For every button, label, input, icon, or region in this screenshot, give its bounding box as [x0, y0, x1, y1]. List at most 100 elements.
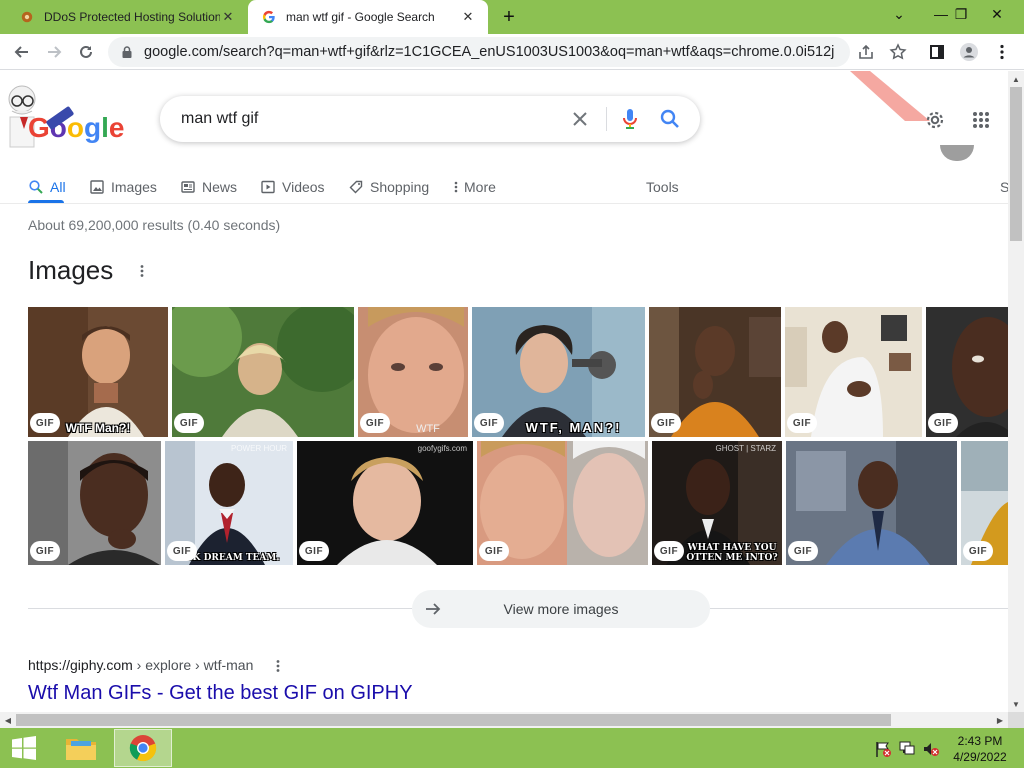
image-result-thumbnail[interactable]: GIF	[477, 441, 648, 565]
result-url[interactable]: https://giphy.com › explore › wtf-man	[28, 657, 253, 673]
scrollbar-corner	[1008, 712, 1024, 728]
bookmark-button[interactable]	[886, 40, 910, 64]
action-center-flag-icon[interactable]	[874, 740, 892, 758]
star-icon	[889, 43, 907, 60]
search-submit-button[interactable]	[658, 107, 682, 131]
vertical-scrollbar[interactable]: ▲ ▼	[1008, 71, 1024, 712]
clock-date: 4/29/2022	[953, 750, 1007, 764]
close-window-button[interactable]: ✕	[980, 0, 1014, 28]
voice-search-button[interactable]	[618, 107, 642, 131]
gif-watermark: POWER HOUR	[231, 444, 287, 453]
chrome-icon	[129, 735, 157, 762]
volume-muted-icon[interactable]	[922, 740, 940, 758]
folder-icon	[66, 739, 96, 760]
search-icon	[28, 179, 44, 195]
image-result-thumbnail[interactable]: GIF	[172, 307, 354, 437]
doodle-decoration	[850, 71, 930, 121]
share-button[interactable]	[854, 40, 878, 64]
gif-badge: GIF	[787, 413, 817, 433]
tab-all[interactable]: All	[28, 171, 66, 203]
image-result-thumbnail[interactable]: GHOST | STARZ WHAT HAVE YOU OTTEN ME INT…	[652, 441, 782, 565]
browser-toolbar: google.com/search?q=man+wtf+gif&rlz=1C1G…	[0, 34, 1024, 70]
tab-title: DDoS Protected Hosting Solutions	[44, 10, 220, 24]
settings-button[interactable]	[922, 107, 948, 133]
tab-news[interactable]: News	[180, 171, 237, 203]
scroll-right-arrow-icon[interactable]: ▶	[992, 712, 1008, 728]
view-more-images-button[interactable]: View more images	[412, 590, 710, 628]
gif-badge: GIF	[479, 541, 509, 561]
result-breadcrumb: › explore › wtf-man	[132, 657, 254, 673]
close-tab-icon[interactable]: ✕	[460, 9, 476, 25]
view-more-label: View more images	[503, 601, 619, 617]
image-icon	[89, 179, 105, 195]
new-tab-button[interactable]: +	[498, 6, 520, 28]
image-result-thumbnail[interactable]: WTF GIF	[358, 307, 468, 437]
google-apps-button[interactable]	[968, 107, 994, 133]
tab-shopping[interactable]: Shopping	[348, 171, 429, 203]
result-options-button[interactable]	[271, 657, 285, 675]
taskbar-chrome[interactable]	[114, 729, 172, 767]
image-result-thumbnail[interactable]: GIF	[649, 307, 781, 437]
gif-badge: GIF	[651, 413, 681, 433]
taskbar-file-explorer[interactable]	[52, 729, 110, 767]
tab-images[interactable]: Images	[89, 171, 157, 203]
tab-videos[interactable]: Videos	[260, 171, 325, 203]
forward-button[interactable]	[42, 40, 66, 64]
google-logo[interactable]: Google	[0, 79, 130, 159]
reload-button[interactable]	[74, 40, 98, 64]
browser-menu-button[interactable]	[990, 40, 1014, 64]
account-avatar[interactable]	[940, 145, 974, 161]
result-title-link[interactable]: Wtf Man GIFs - Get the best GIF on GIPHY	[28, 682, 413, 705]
image-result-thumbnail[interactable]: GIF	[785, 307, 922, 437]
microphone-icon	[623, 109, 637, 129]
horizontal-scrollbar[interactable]: ◀ ▶	[0, 712, 1008, 728]
network-icon[interactable]	[898, 740, 916, 758]
image-result-thumbnail[interactable]: GIF	[786, 441, 957, 565]
side-panel-button[interactable]	[925, 40, 949, 64]
address-bar[interactable]: google.com/search?q=man+wtf+gif&rlz=1C1G…	[108, 37, 850, 67]
image-result-thumbnail[interactable]: WTF Man?! GIF	[28, 307, 168, 437]
scroll-down-arrow-icon[interactable]: ▼	[1008, 696, 1024, 712]
gif-badge: GIF	[654, 541, 684, 561]
gif-badge: GIF	[474, 413, 504, 433]
search-divider	[606, 107, 607, 131]
more-vertical-icon	[140, 265, 144, 277]
tab-title: man wtf gif - Google Search	[286, 10, 435, 24]
safesearch-peek[interactable]: S	[1000, 171, 1008, 203]
start-button[interactable]	[0, 729, 48, 767]
tab-google-search[interactable]: man wtf gif - Google Search ✕	[248, 0, 488, 34]
image-result-thumbnail[interactable]: GIF	[28, 441, 161, 565]
vertical-scroll-thumb[interactable]	[1010, 87, 1022, 241]
scroll-up-arrow-icon[interactable]: ▲	[1008, 71, 1024, 87]
tab-more[interactable]: More	[452, 171, 496, 203]
windows-taskbar: 2:43 PM 4/29/2022	[0, 728, 1024, 768]
tab-label: All	[50, 179, 66, 195]
scroll-left-arrow-icon[interactable]: ◀	[0, 712, 16, 728]
image-result-thumbnail[interactable]: GIF	[926, 307, 1008, 437]
restore-button[interactable]: ❐	[944, 0, 978, 28]
image-result-thumbnail[interactable]: goofygifs.com GIF	[297, 441, 473, 565]
tools-button[interactable]: Tools	[646, 171, 679, 203]
gif-caption: WTF, MAN?!	[525, 420, 622, 435]
system-clock[interactable]: 2:43 PM 4/29/2022	[940, 733, 1020, 765]
search-box[interactable]: man wtf gif	[160, 96, 700, 142]
back-button[interactable]	[10, 40, 34, 64]
tab-ddos-hosting[interactable]: DDoS Protected Hosting Solutions ✕	[0, 0, 248, 34]
gif-badge: GIF	[174, 413, 204, 433]
image-result-thumbnail[interactable]: WTF, MAN?! GIF	[472, 307, 645, 437]
clear-search-button[interactable]	[568, 107, 592, 131]
image-result-thumbnail[interactable]: GIF	[961, 441, 1008, 565]
horizontal-scroll-thumb[interactable]	[16, 714, 891, 726]
gif-badge: GIF	[788, 541, 818, 561]
image-result-thumbnail[interactable]: POWER HOUR ACK DREAM TEAM. GIF	[165, 441, 293, 565]
close-tab-icon[interactable]: ✕	[220, 9, 236, 25]
profile-button[interactable]	[957, 40, 981, 64]
tab-label: Videos	[282, 179, 325, 195]
tab-search-dropdown-icon[interactable]: ⌄	[882, 0, 916, 28]
apps-grid-icon	[973, 112, 989, 128]
tab-label: News	[202, 179, 238, 195]
images-options-button[interactable]	[134, 261, 150, 281]
google-favicon-icon	[262, 10, 275, 24]
profile-icon	[960, 43, 978, 61]
search-input[interactable]: man wtf gif	[181, 110, 258, 128]
